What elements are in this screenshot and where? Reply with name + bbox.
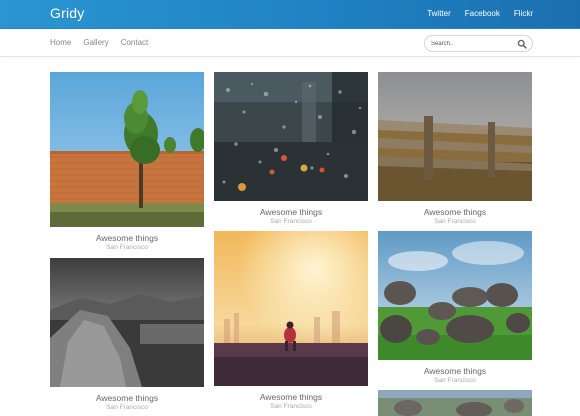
card-subtitle: San Francisco	[270, 218, 312, 225]
card-subtitle: San Francisco	[106, 404, 148, 411]
card-subtitle: San Francisco	[270, 403, 312, 410]
tree-brick-wall-photo[interactable]	[50, 72, 204, 227]
search-input[interactable]	[431, 38, 513, 50]
card-subtitle: San Francisco	[434, 377, 476, 384]
card-title[interactable]: Awesome things	[214, 207, 368, 217]
gallery-card[interactable]: Awesome things San Francisco	[50, 72, 204, 251]
social-links: Twitter Facebook Flickr	[427, 9, 533, 18]
search-icon[interactable]	[517, 39, 527, 49]
black-white-rock-photo[interactable]	[50, 258, 204, 387]
main-nav: Home Gallery Contact	[50, 38, 148, 47]
sunset-runner-photo[interactable]	[214, 231, 368, 386]
gallery-card[interactable]: Awesome things San Francisco	[378, 231, 532, 384]
facebook-link[interactable]: Facebook	[465, 9, 500, 18]
gallery-card[interactable]: Awesome things San Francisco	[378, 72, 532, 225]
gallery-card[interactable]: Awesome things San Francisco	[214, 72, 368, 225]
nav-home[interactable]: Home	[50, 38, 71, 47]
gallery-card[interactable]	[378, 390, 532, 416]
nav-contact[interactable]: Contact	[121, 38, 149, 47]
flickr-link[interactable]: Flickr	[514, 9, 533, 18]
rainy-window-photo[interactable]	[214, 72, 368, 201]
card-title[interactable]: Awesome things	[378, 366, 532, 376]
top-bar: Gridy Twitter Facebook Flickr	[0, 0, 580, 29]
card-title[interactable]: Awesome things	[378, 207, 532, 217]
stone-field-partial-photo[interactable]	[378, 390, 532, 416]
card-title[interactable]: Awesome things	[214, 392, 368, 402]
stone-circle-photo[interactable]	[378, 231, 532, 360]
card-subtitle: San Francisco	[434, 218, 476, 225]
card-title[interactable]: Awesome things	[50, 233, 204, 243]
nav-gallery[interactable]: Gallery	[83, 38, 108, 47]
card-subtitle: San Francisco	[106, 244, 148, 251]
site-logo[interactable]: Gridy	[50, 5, 84, 21]
card-title[interactable]: Awesome things	[50, 393, 204, 403]
search-box	[424, 35, 533, 52]
wooden-fence-photo[interactable]	[378, 72, 532, 201]
gallery-card[interactable]: Awesome things San Francisco	[214, 231, 368, 410]
gallery-card[interactable]: Awesome things San Francisco	[50, 258, 204, 411]
twitter-link[interactable]: Twitter	[427, 9, 451, 18]
